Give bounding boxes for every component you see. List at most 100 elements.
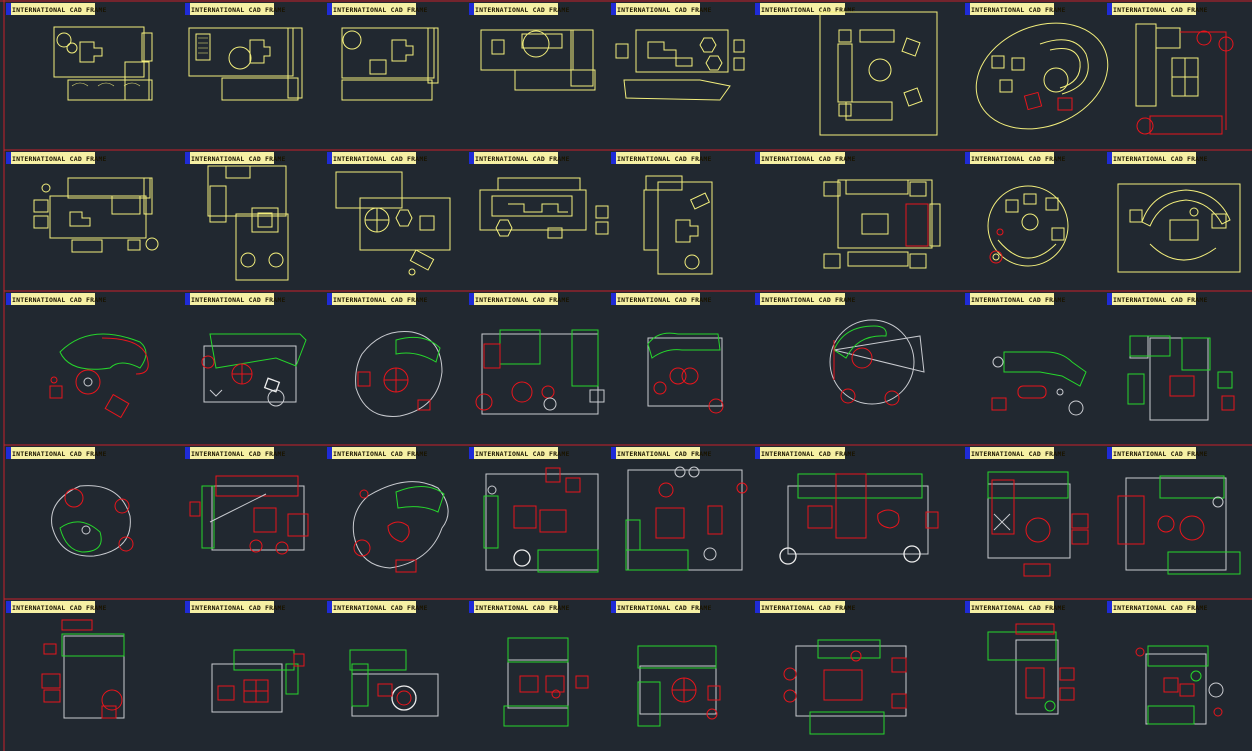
frame-title-marker — [965, 447, 970, 459]
frame-title-text: INTERNATIONAL CAD FRAME — [761, 296, 856, 304]
frame-title-4-8: INTERNATIONAL CAD FRAME — [1107, 447, 1208, 459]
frame-title-3-4: INTERNATIONAL CAD FRAME — [469, 293, 569, 305]
frame-title-1-7: INTERNATIONAL CAD FRAME — [965, 3, 1066, 15]
frame-title-5-4: INTERNATIONAL CAD FRAME — [469, 601, 570, 613]
frame-title-marker — [327, 3, 332, 15]
frame-title-text: INTERNATIONAL CAD FRAME — [1113, 450, 1208, 458]
frame-title-1-1: INTERNATIONAL CAD FRAME — [6, 3, 107, 15]
frame-title-marker — [1107, 447, 1112, 459]
frame-title-4-2: INTERNATIONAL CAD FRAME — [185, 447, 286, 459]
frame-title-5-3: INTERNATIONAL CAD FRAME — [327, 601, 428, 613]
frame-title-marker — [469, 3, 474, 15]
frame-title-4-1: INTERNATIONAL CAD FRAME — [6, 447, 107, 459]
frame-title-marker — [6, 447, 11, 459]
frame-title-marker — [327, 152, 332, 164]
frame-title-text: INTERNATIONAL CAD FRAME — [971, 155, 1066, 163]
frame-title-marker — [185, 601, 190, 613]
frame-title-marker — [6, 293, 11, 305]
frame-title-marker — [1107, 152, 1112, 164]
frame-title-1-5: INTERNATIONAL CAD FRAME — [611, 3, 712, 15]
cad-model-space[interactable]: INTERNATIONAL CAD FRAME INTERNATIONAL CAD… — [0, 0, 1252, 751]
frame-title-marker — [185, 3, 190, 15]
frame-title-text: INTERNATIONAL CAD FRAME — [1113, 6, 1208, 14]
frame-title-text: INTERNATIONAL CAD FRAME — [333, 604, 428, 612]
frame-title-text: INTERNATIONAL CAD FRAME — [617, 296, 712, 304]
frame-title-text: INTERNATIONAL CAD FRAME — [333, 155, 428, 163]
frame-title-5-7: INTERNATIONAL CAD FRAME — [965, 601, 1066, 613]
frame-title-marker — [469, 447, 474, 459]
frame-title-marker — [185, 293, 190, 305]
frame-title-marker — [755, 447, 760, 459]
frame-title-text: INTERNATIONAL CAD FRAME — [617, 450, 712, 458]
frame-title-2-5: INTERNATIONAL CAD FRAME — [611, 152, 712, 164]
frame-title-text: INTERNATIONAL CAD FRAME — [617, 604, 712, 612]
frame-title-marker — [185, 447, 190, 459]
frame-title-text: INTERNATIONAL CAD FRAME — [12, 604, 107, 612]
frame-title-4-4: INTERNATIONAL CAD FRAME — [469, 447, 569, 459]
frame-title-1-3: INTERNATIONAL CAD FRAME — [327, 3, 428, 15]
frame-title-text: INTERNATIONAL CAD FRAME — [761, 450, 856, 458]
frame-title-text: INTERNATIONAL CAD FRAME — [475, 155, 570, 163]
frame-title-3-7: INTERNATIONAL CAD FRAME — [965, 293, 1066, 305]
frame-title-marker — [611, 447, 616, 459]
frame-title-marker — [965, 3, 970, 15]
frame-title-text: INTERNATIONAL CAD FRAME — [12, 450, 107, 458]
frame-title-marker — [1107, 3, 1112, 15]
frame-title-3-3: INTERNATIONAL CAD FRAME — [327, 293, 427, 305]
frame-title-marker — [1107, 293, 1112, 305]
frame-title-2-3: INTERNATIONAL CAD FRAME — [327, 152, 428, 164]
frame-title-text: INTERNATIONAL CAD FRAME — [761, 6, 856, 14]
frame-title-5-8: INTERNATIONAL CAD FRAME — [1107, 601, 1207, 613]
frame-title-text: INTERNATIONAL CAD FRAME — [971, 296, 1066, 304]
frame-title-marker — [755, 601, 760, 613]
frame-title-text: INTERNATIONAL CAD FRAME — [191, 296, 286, 304]
frame-title-1-6: INTERNATIONAL CAD FRAME — [755, 3, 856, 15]
frame-title-marker — [469, 293, 474, 305]
frame-title-text: INTERNATIONAL CAD FRAME — [617, 6, 712, 14]
frame-title-text: INTERNATIONAL CAD FRAME — [971, 450, 1066, 458]
frame-title-marker — [6, 601, 11, 613]
frame-title-2-7: INTERNATIONAL CAD FRAME — [965, 152, 1066, 164]
frame-title-marker — [327, 601, 332, 613]
frame-title-marker — [185, 152, 190, 164]
frame-title-marker — [611, 293, 616, 305]
frame-title-marker — [1107, 601, 1112, 613]
frame-title-marker — [327, 447, 332, 459]
frame-title-text: INTERNATIONAL CAD FRAME — [12, 296, 107, 304]
frame-title-5-5: INTERNATIONAL CAD FRAME — [611, 601, 712, 613]
frame-title-marker — [611, 601, 616, 613]
frame-title-text: INTERNATIONAL CAD FRAME — [191, 6, 286, 14]
frame-title-marker — [965, 152, 970, 164]
canvas-background — [0, 0, 1252, 751]
frame-title-1-8: INTERNATIONAL CAD FRAME — [1107, 3, 1208, 15]
frame-title-text: INTERNATIONAL CAD FRAME — [191, 450, 286, 458]
frame-title-text: INTERNATIONAL CAD FRAME — [12, 6, 107, 14]
frame-title-text: INTERNATIONAL CAD FRAME — [971, 604, 1066, 612]
frame-title-3-5: INTERNATIONAL CAD FRAME — [611, 293, 712, 305]
frame-title-text: INTERNATIONAL CAD FRAME — [475, 6, 570, 14]
frame-title-text: INTERNATIONAL CAD FRAME — [333, 450, 428, 458]
frame-title-marker — [469, 601, 474, 613]
frame-title-text: INTERNATIONAL CAD FRAME — [617, 155, 712, 163]
frame-title-4-3: INTERNATIONAL CAD FRAME — [327, 447, 428, 459]
frame-title-4-6: INTERNATIONAL CAD FRAME — [755, 447, 856, 459]
frame-title-marker — [611, 152, 616, 164]
frame-title-marker — [469, 152, 474, 164]
frame-title-marker — [755, 293, 760, 305]
frame-title-marker — [327, 293, 332, 305]
frame-title-marker — [611, 3, 616, 15]
frame-title-text: INTERNATIONAL CAD FRAME — [191, 155, 286, 163]
frame-title-3-1: INTERNATIONAL CAD FRAME — [6, 293, 107, 305]
frame-title-2-2: INTERNATIONAL CAD FRAME — [185, 152, 286, 164]
frame-title-marker — [6, 3, 11, 15]
frame-title-4-5: INTERNATIONAL CAD FRAME — [611, 447, 712, 459]
frame-title-text: INTERNATIONAL CAD FRAME — [475, 604, 570, 612]
frame-title-5-6: INTERNATIONAL CAD FRAME — [755, 601, 855, 613]
frame-title-2-1: INTERNATIONAL CAD FRAME — [6, 152, 106, 164]
frame-title-3-6: INTERNATIONAL CAD FRAME — [755, 293, 856, 305]
frame-title-3-8: INTERNATIONAL CAD FRAME — [1107, 293, 1207, 305]
frame-title-1-2: INTERNATIONAL CAD FRAME — [185, 3, 286, 15]
frame-title-text: INTERNATIONAL CAD FRAME — [971, 6, 1066, 14]
frame-title-text: INTERNATIONAL CAD FRAME — [333, 6, 428, 14]
frame-title-text: INTERNATIONAL CAD FRAME — [761, 155, 856, 163]
